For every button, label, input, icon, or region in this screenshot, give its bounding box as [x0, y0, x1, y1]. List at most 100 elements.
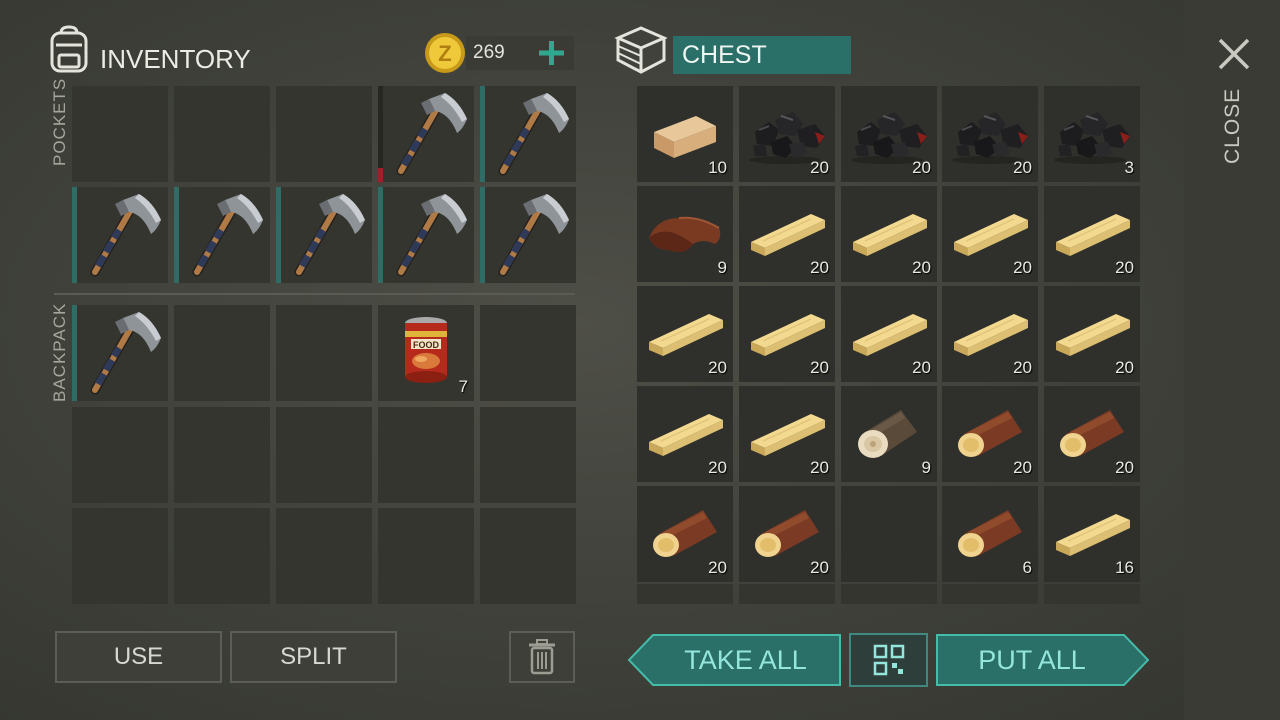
- split-button[interactable]: SPLIT: [230, 631, 397, 683]
- axe-icon: [72, 187, 168, 283]
- close-icon: [1218, 38, 1250, 70]
- coin-icon: Z: [423, 31, 467, 75]
- backpack-slot-14[interactable]: [480, 508, 576, 604]
- item-quantity: 20: [810, 458, 829, 477]
- backpack-slot-5[interactable]: [72, 407, 168, 503]
- item-quantity: 20: [708, 558, 727, 577]
- pockets-slot-3[interactable]: [378, 86, 474, 182]
- chest-slot-18[interactable]: 20: [942, 386, 1038, 482]
- item-quantity: 20: [810, 158, 829, 177]
- item-quantity: 20: [1013, 158, 1032, 177]
- take-all-label: TAKE ALL: [684, 644, 807, 675]
- chest-slot-15[interactable]: 20: [637, 386, 733, 482]
- backpack-slot-12[interactable]: [276, 508, 372, 604]
- item-quantity: 6: [1022, 558, 1032, 577]
- use-button[interactable]: USE: [55, 631, 222, 683]
- axe-icon: [72, 305, 168, 401]
- backpack-slot-0[interactable]: [72, 305, 168, 401]
- backpack-slot-10[interactable]: [72, 508, 168, 604]
- chest-slot-8[interactable]: 20: [942, 186, 1038, 282]
- chest-slot-5[interactable]: 9: [637, 186, 733, 282]
- chest-slot-23[interactable]: 6: [942, 486, 1038, 582]
- pockets-slot-8[interactable]: [378, 187, 474, 283]
- chest-slot-10[interactable]: 20: [637, 286, 733, 382]
- item-quantity: 16: [1115, 558, 1134, 577]
- sort-button[interactable]: [849, 633, 928, 687]
- item-quantity: 20: [912, 358, 931, 377]
- trash-icon: [529, 639, 555, 675]
- item-quantity: 20: [1013, 458, 1032, 477]
- chest-slot-20[interactable]: 20: [637, 486, 733, 582]
- backpack-slot-11[interactable]: [174, 508, 270, 604]
- chest-slot-0[interactable]: 10: [637, 86, 733, 182]
- chest-slot-22[interactable]: [841, 486, 937, 582]
- pockets-slot-9[interactable]: [480, 187, 576, 283]
- item-quantity: 20: [1115, 358, 1134, 377]
- item-quantity: 20: [810, 558, 829, 577]
- close-button[interactable]: CLOSE: [1212, 36, 1256, 176]
- chest-slot-11[interactable]: 20: [739, 286, 835, 382]
- item-quantity: 10: [708, 158, 727, 177]
- chest-next-row: [637, 584, 1140, 604]
- chest-slot-4[interactable]: 3: [1044, 86, 1140, 182]
- chest-slot-17[interactable]: 9: [841, 386, 937, 482]
- put-all-button[interactable]: PUT ALL: [935, 633, 1150, 687]
- add-coins-button[interactable]: [535, 34, 569, 72]
- chest-slot-1[interactable]: 20: [739, 86, 835, 182]
- pockets-slot-7[interactable]: [276, 187, 372, 283]
- item-quantity: 20: [912, 158, 931, 177]
- item-quantity: 20: [1115, 258, 1134, 277]
- pockets-slot-2[interactable]: [276, 86, 372, 182]
- chest-title: CHEST: [682, 41, 767, 69]
- axe-icon: [174, 187, 270, 283]
- sort-grid-icon: [873, 644, 904, 676]
- item-quantity: 20: [912, 258, 931, 277]
- put-all-label: PUT ALL: [978, 644, 1086, 675]
- chest-slot-9[interactable]: 20: [1044, 186, 1140, 282]
- chest-slot-13[interactable]: 20: [942, 286, 1038, 382]
- backpack-slot-1[interactable]: [174, 305, 270, 401]
- chest-slot-3[interactable]: 20: [942, 86, 1038, 182]
- pockets-slot-1[interactable]: [174, 86, 270, 182]
- backpack-slot-13[interactable]: [378, 508, 474, 604]
- chest-slot-24[interactable]: 16: [1044, 486, 1140, 582]
- backpack-slot-2[interactable]: [276, 305, 372, 401]
- pockets-slot-0[interactable]: [72, 86, 168, 182]
- coin-count: 269: [473, 42, 505, 63]
- axe-icon: [276, 187, 372, 283]
- item-quantity: 9: [717, 258, 727, 277]
- chest-icon: [614, 24, 668, 76]
- backpack-slot-8[interactable]: [378, 407, 474, 503]
- axe-icon: [480, 187, 576, 283]
- axe-icon: [378, 187, 474, 283]
- backpack-slot-4[interactable]: [480, 305, 576, 401]
- chest-slot-2[interactable]: 20: [841, 86, 937, 182]
- chest-slot-6[interactable]: 20: [739, 186, 835, 282]
- pockets-slot-4[interactable]: [480, 86, 576, 182]
- item-quantity: 20: [1013, 258, 1032, 277]
- chest-slot-21[interactable]: 20: [739, 486, 835, 582]
- item-quantity: 20: [810, 358, 829, 377]
- backpack-slot-6[interactable]: [174, 407, 270, 503]
- item-quantity: 20: [708, 358, 727, 377]
- pockets-label: POCKETS: [50, 77, 69, 166]
- item-quantity: 20: [1013, 358, 1032, 377]
- item-quantity: 20: [810, 258, 829, 277]
- backpack-slot-7[interactable]: [276, 407, 372, 503]
- backpack-label: BACKPACK: [50, 302, 69, 402]
- take-all-button[interactable]: TAKE ALL: [627, 633, 842, 687]
- backpack-slot-9[interactable]: [480, 407, 576, 503]
- pockets-slot-5[interactable]: [72, 187, 168, 283]
- chest-slot-12[interactable]: 20: [841, 286, 937, 382]
- chest-slot-19[interactable]: 20: [1044, 386, 1140, 482]
- trash-button[interactable]: [509, 631, 575, 683]
- close-label: CLOSE: [1221, 87, 1244, 164]
- chest-slot-14[interactable]: 20: [1044, 286, 1140, 382]
- chest-slot-7[interactable]: 20: [841, 186, 937, 282]
- backpack-slot-3[interactable]: FOOD 7: [378, 305, 474, 401]
- item-quantity: 9: [921, 458, 931, 477]
- svg-text:Z: Z: [438, 41, 451, 66]
- item-quantity: 7: [458, 377, 468, 396]
- chest-slot-16[interactable]: 20: [739, 386, 835, 482]
- pockets-slot-6[interactable]: [174, 187, 270, 283]
